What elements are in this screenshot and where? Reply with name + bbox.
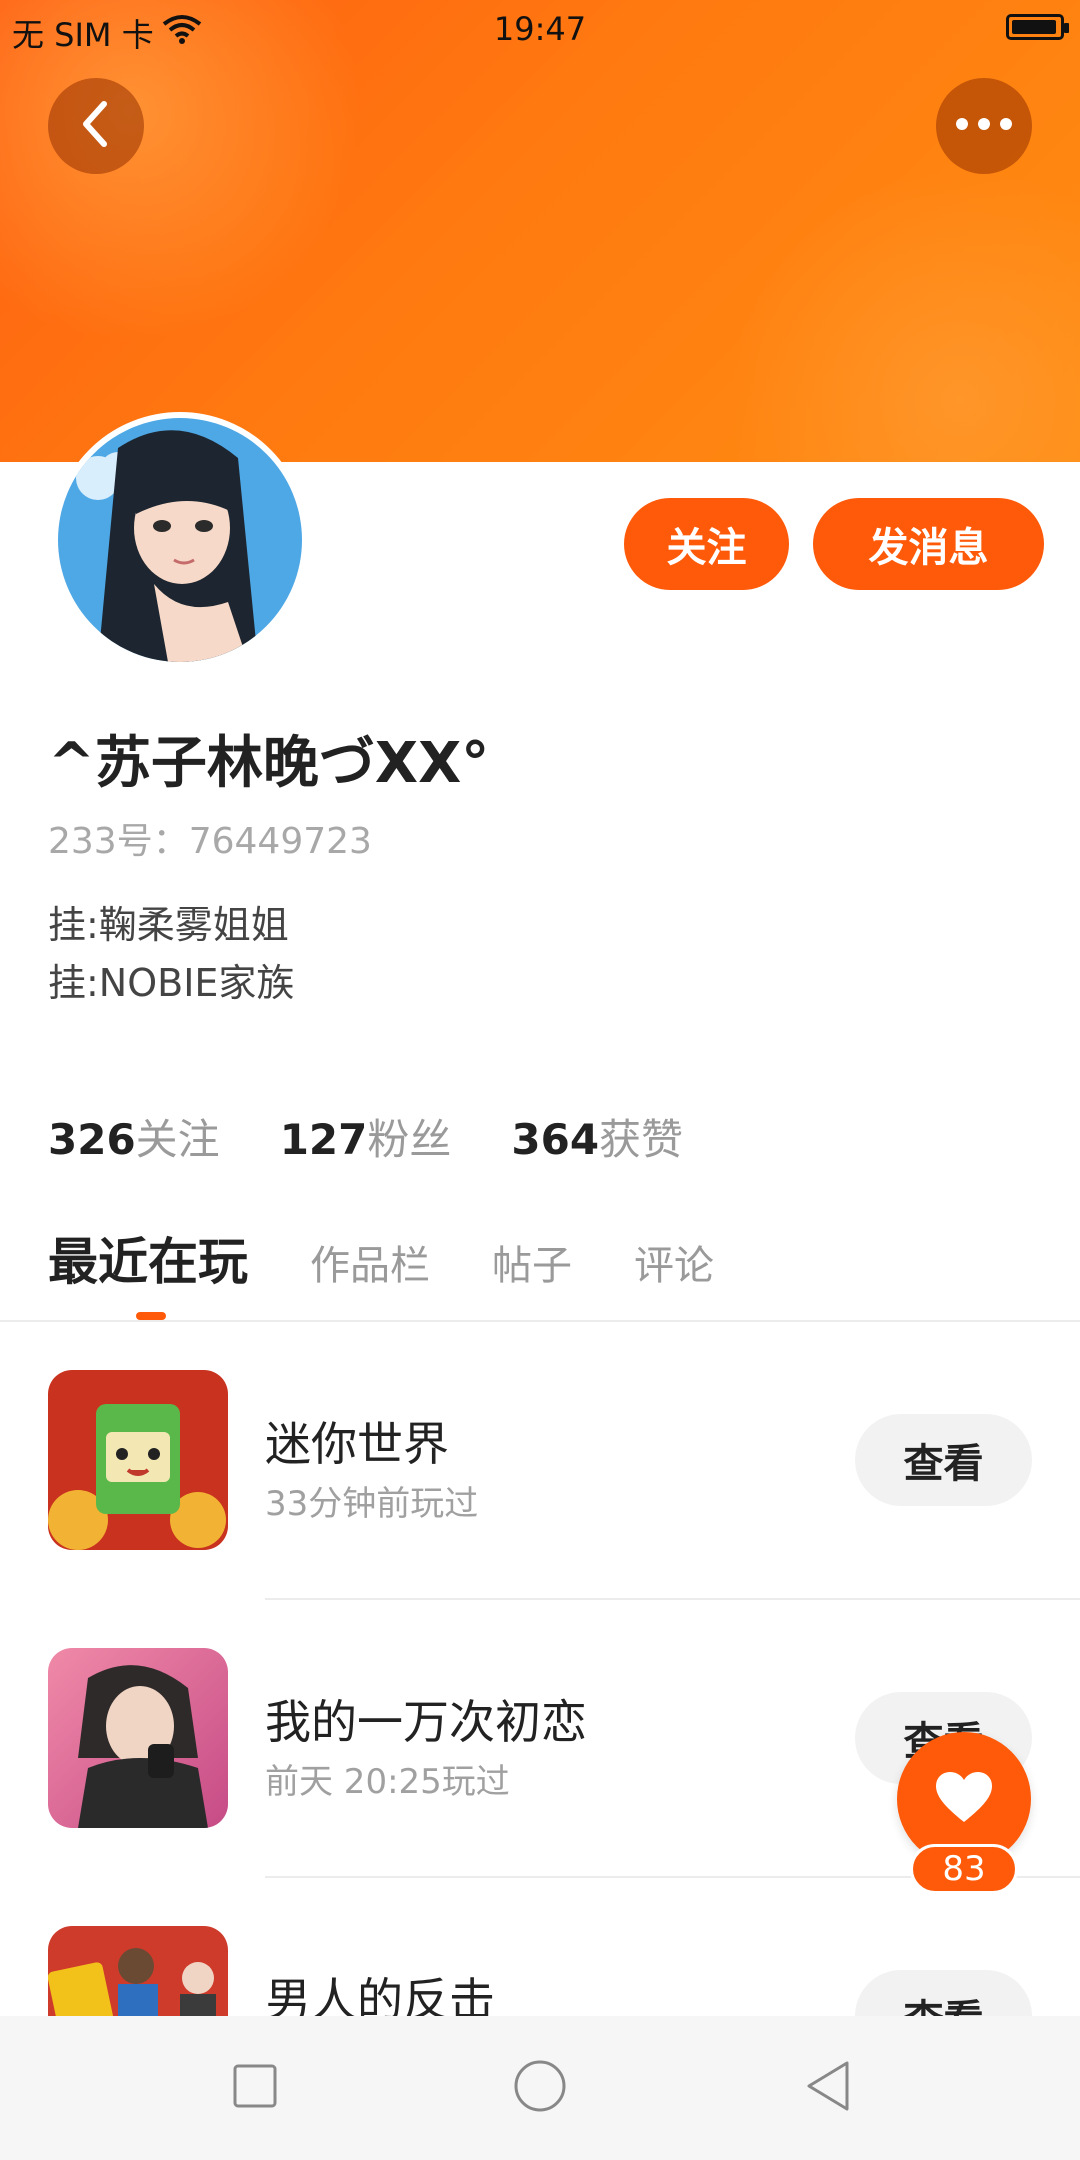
stat-fans[interactable]: 127粉丝 [280,1106,452,1167]
stat-likes[interactable]: 364获赞 [511,1106,683,1167]
bio-line: 挂:NOBIE家族 [48,961,295,1005]
game-icon-counterattack [48,1926,228,2016]
game-last-played: 前天 20:25玩过 [265,1762,510,1802]
clock: 19:47 [493,10,587,48]
circle-icon [512,2058,568,2118]
profile-banner [0,0,1080,462]
send-message-button[interactable]: 发消息 [813,498,1044,590]
game-name: 迷你世界 [265,1417,449,1471]
follow-button[interactable]: 关注 [624,498,789,590]
battery-icon [1006,14,1069,40]
stat-value: 364 [511,1115,600,1164]
tab-comments[interactable]: 评论 [634,1233,714,1291]
game-name: 我的一万次初恋 [265,1695,587,1749]
tab-recently-played[interactable]: 最近在玩 [48,1222,248,1294]
active-tab-indicator [136,1312,166,1320]
avatar[interactable] [52,412,308,668]
stat-label: 获赞 [599,1115,684,1164]
profile-stats: 326关注 127粉丝 364获赞 [48,1106,683,1167]
game-last-played: 33分钟前玩过 [265,1484,479,1524]
square-icon [231,2062,279,2114]
user-id: 233号：76449723 [48,821,372,862]
recent-apps-button[interactable] [223,2056,287,2120]
view-button[interactable]: 查看 [855,1970,1032,2016]
bio-line: 挂:鞠柔雾姐姐 [48,903,289,947]
heart-icon [934,1770,994,1828]
stat-value: 127 [279,1115,368,1164]
profile-tabs: 最近在玩 作品栏 帖子 评论 [48,1222,776,1294]
back-button[interactable] [48,78,144,174]
home-button[interactable] [508,2056,572,2120]
game-name: 男人的反击 [265,1973,495,2016]
stat-label: 关注 [135,1115,220,1164]
stat-label: 粉丝 [367,1115,452,1164]
list-item[interactable]: 男人的反击 查看 [0,1878,1080,2016]
triangle-back-icon [803,2059,853,2117]
system-navigation-bar [0,2016,1080,2160]
user-nickname: ^苏子林晚づXX° [48,731,490,796]
back-nav-button[interactable] [796,2056,860,2120]
game-icon-mini-world [48,1370,228,1550]
view-button[interactable]: 查看 [855,1414,1032,1506]
more-options-button[interactable] [936,78,1032,174]
list-item[interactable]: 迷你世界 33分钟前玩过 查看 [0,1322,1080,1600]
stat-value: 326 [48,1115,136,1164]
battery-level [1012,20,1056,34]
recent-games-list: 迷你世界 33分钟前玩过 查看 我的一万次初恋 前天 20:25玩过 查看 [0,1322,1080,2016]
status-bar: 无 SIM 卡 19:47 [0,0,1080,56]
like-count-badge: 83 [910,1844,1018,1894]
tab-posts[interactable]: 帖子 [492,1233,572,1291]
stat-following[interactable]: 326关注 [48,1106,220,1167]
avatar-illustration [58,418,302,662]
user-bio: 挂:鞠柔雾姐姐 挂:NOBIE家族 [48,896,294,1012]
game-icon-first-love [48,1648,228,1828]
tab-works[interactable]: 作品栏 [310,1233,430,1291]
more-dots-icon [954,116,1014,136]
chevron-left-icon [76,100,116,152]
